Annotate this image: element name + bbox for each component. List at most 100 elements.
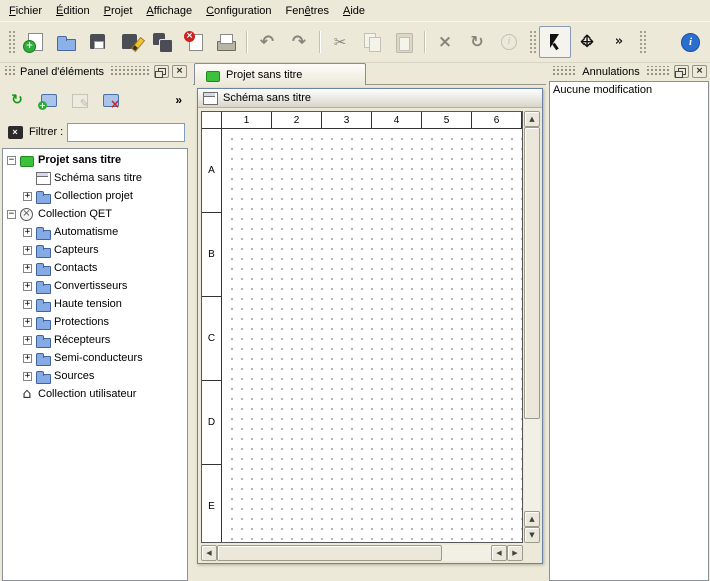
vertical-scrollbar[interactable]: ▲ ▲ ▼: [524, 111, 540, 543]
menu-configuration[interactable]: Configuration: [199, 0, 278, 21]
tree-item-collection-qet[interactable]: Collection QET: [3, 205, 187, 223]
tree-item-semi-conducteurs[interactable]: Semi-conducteurs: [3, 349, 187, 367]
scroll-down-button[interactable]: ▼: [524, 527, 540, 543]
save-file-as-button[interactable]: [114, 26, 146, 58]
toolbar-grip[interactable]: [528, 29, 536, 55]
about-qet-button[interactable]: [674, 26, 706, 58]
menu-projet[interactable]: Projet: [97, 0, 140, 21]
close-panel-button[interactable]: ×: [172, 65, 187, 78]
expander-icon[interactable]: [23, 228, 32, 237]
dock-grip[interactable]: [109, 66, 151, 77]
elements-panel-titlebar[interactable]: Panel d'éléments ×: [0, 63, 190, 80]
toolbar-overflow-button[interactable]: »: [603, 26, 635, 58]
print-button[interactable]: [210, 26, 242, 58]
delete-element-button[interactable]: [96, 86, 124, 114]
folder-icon: [35, 243, 51, 257]
tree-item-sources[interactable]: Sources: [3, 367, 187, 385]
expander-icon[interactable]: [23, 372, 32, 381]
new-element-button[interactable]: [34, 86, 62, 114]
tree-item-convertisseurs[interactable]: Convertisseurs: [3, 277, 187, 295]
tree-item-schema-sans-titre[interactable]: Schéma sans titre: [3, 169, 187, 187]
undo-list[interactable]: Aucune modification: [549, 81, 709, 581]
ruler-corner: [202, 112, 222, 129]
save-all-button[interactable]: [146, 26, 178, 58]
panel-overflow-button[interactable]: »: [170, 89, 187, 111]
dock-grip[interactable]: [645, 66, 671, 77]
scroll-up-button-2[interactable]: ▲: [524, 511, 540, 527]
schema-window-titlebar[interactable]: Schéma sans titre: [198, 89, 542, 108]
expander-icon[interactable]: [23, 264, 32, 273]
cut-button[interactable]: ✂: [324, 26, 356, 58]
expander-icon[interactable]: [7, 156, 16, 165]
open-file-button[interactable]: [50, 26, 82, 58]
copy-icon: [361, 31, 383, 53]
undo-button[interactable]: ↶: [251, 26, 283, 58]
ruler-column: 5: [422, 112, 472, 128]
dock-grip[interactable]: [3, 66, 15, 77]
tree-item-protections[interactable]: Protections: [3, 313, 187, 331]
element-info-button[interactable]: [493, 26, 525, 58]
tree-item-projet-sans-titre[interactable]: Projet sans titre: [3, 151, 187, 169]
pan-mode-button[interactable]: [571, 26, 603, 58]
tree-item-automatisme[interactable]: Automatisme: [3, 223, 187, 241]
save-file-button[interactable]: [82, 26, 114, 58]
tree-item-haute-tension[interactable]: Haute tension: [3, 295, 187, 313]
dock-grip[interactable]: [551, 66, 577, 77]
delete-button[interactable]: ×: [429, 26, 461, 58]
expander-icon[interactable]: [23, 300, 32, 309]
scroll-up-button[interactable]: ▲: [524, 111, 540, 127]
tree-item-collection-projet[interactable]: Collection projet: [3, 187, 187, 205]
schema-window-title: Schéma sans titre: [223, 92, 311, 104]
toolbar-grip[interactable]: [638, 29, 646, 55]
schema-grid[interactable]: [223, 130, 522, 542]
folder-icon: [35, 351, 51, 365]
menu-aide[interactable]: Aide: [336, 0, 372, 21]
menu-fichier[interactable]: Fichier: [2, 0, 49, 21]
toolbar-grip[interactable]: [7, 29, 15, 55]
paste-button[interactable]: [388, 26, 420, 58]
redo-button[interactable]: ↷: [283, 26, 315, 58]
filter-input[interactable]: [67, 123, 185, 142]
rotate-button[interactable]: ↻: [461, 26, 493, 58]
clear-filter-button[interactable]: [5, 123, 25, 141]
tree-item-capteurs[interactable]: Capteurs: [3, 241, 187, 259]
edit-element-button[interactable]: [65, 86, 93, 114]
scroll-left-button[interactable]: ◀: [201, 545, 217, 561]
scroll-left-button-2[interactable]: ◀: [491, 545, 507, 561]
tree-item-collection-utilisateur[interactable]: Collection utilisateur: [3, 385, 187, 403]
scroll-right-button[interactable]: ▶: [507, 545, 523, 561]
ruler-column: 1: [222, 112, 272, 128]
horizontal-scroll-track[interactable]: [217, 545, 491, 561]
expander-icon[interactable]: [23, 354, 32, 363]
menu-fenetres[interactable]: Fenêtres: [279, 0, 336, 21]
float-panel-button[interactable]: [154, 65, 169, 78]
close-panel-button[interactable]: ×: [692, 65, 707, 78]
elements-panel-toolbar: ↻ »: [0, 80, 190, 118]
undo-panel-titlebar[interactable]: Annulations ×: [548, 63, 710, 80]
vertical-scroll-track[interactable]: [524, 127, 540, 511]
select-mode-button[interactable]: [539, 26, 571, 58]
expander-icon[interactable]: [23, 246, 32, 255]
menu-affichage[interactable]: Affichage: [139, 0, 199, 21]
tab-projet-sans-titre[interactable]: Projet sans titre: [194, 63, 366, 85]
schema-view[interactable]: 123456 ABCDE: [201, 111, 523, 543]
tree-item-recepteurs[interactable]: Récepteurs: [3, 331, 187, 349]
menu-edition[interactable]: Édition: [49, 0, 97, 21]
copy-button[interactable]: [356, 26, 388, 58]
horizontal-scroll-thumb[interactable]: [217, 545, 442, 561]
expander-icon[interactable]: [23, 336, 32, 345]
expander-icon[interactable]: [7, 210, 16, 219]
vertical-scroll-thumb[interactable]: [524, 127, 540, 419]
expander-icon[interactable]: [23, 282, 32, 291]
home-icon: [19, 387, 35, 401]
close-file-button[interactable]: [178, 26, 210, 58]
horizontal-scrollbar[interactable]: ◀ ◀ ▶: [201, 545, 523, 561]
expander-icon[interactable]: [23, 192, 32, 201]
open-file-icon: [55, 31, 77, 53]
reload-collections-button[interactable]: ↻: [3, 86, 31, 114]
tree-item-contacts[interactable]: Contacts: [3, 259, 187, 277]
expander-icon[interactable]: [23, 318, 32, 327]
new-file-button[interactable]: [18, 26, 50, 58]
float-icon: [678, 68, 686, 75]
float-panel-button[interactable]: [674, 65, 689, 78]
